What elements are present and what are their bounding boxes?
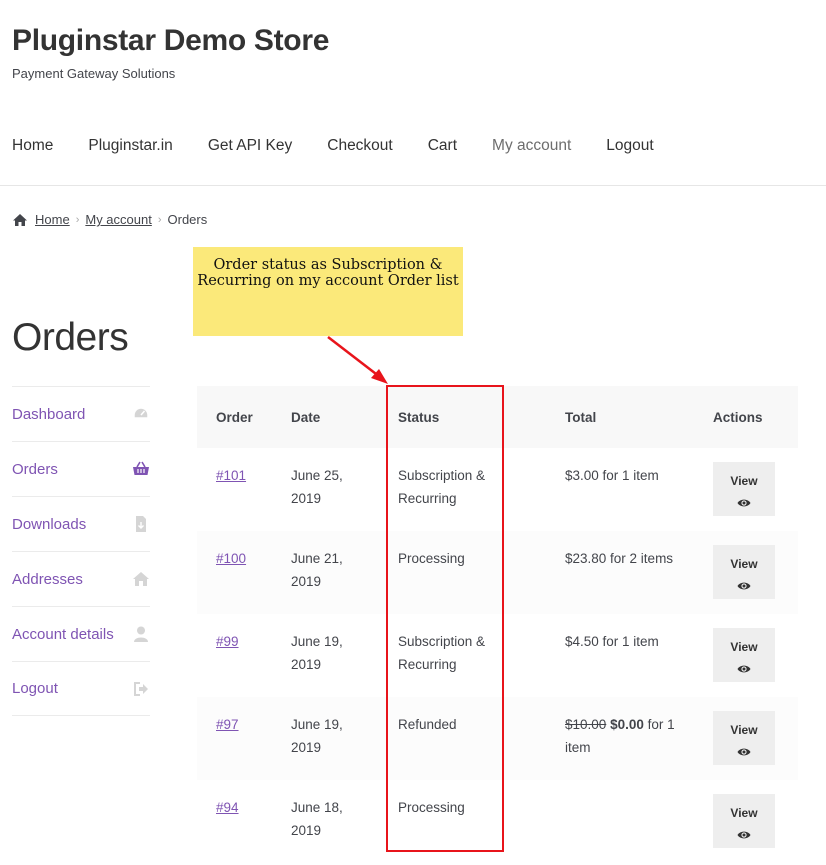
order-total: $23.80 for 2 items [565,551,674,566]
view-button-label: View [730,723,758,737]
primary-nav: Home Pluginstar.in Get API Key Checkout … [12,137,689,155]
nav-item-get-api-key[interactable]: Get API Key [208,137,292,155]
breadcrumb-separator-icon: › [157,213,162,226]
column-header-order: Order [197,386,291,448]
order-date: June 19, [291,717,343,732]
order-number-link[interactable]: #97 [216,717,239,732]
order-total-suffix: for 1 [647,717,675,732]
order-date: June 19, [291,634,343,649]
order-date-year: 2019 [291,657,322,672]
order-number-link[interactable]: #100 [216,551,246,566]
table-row: #100 June 21, 2019 Processing $23.80 for … [197,531,798,614]
account-nav-label: Logout [12,680,58,697]
view-order-button[interactable]: View [713,628,775,682]
order-date-year: 2019 [291,574,322,589]
table-row: #94 June 18, 2019 Processing View [197,780,798,863]
order-total: $3.00 for 1 item [565,468,659,483]
header-divider [0,185,826,186]
order-status: Subscription & [398,634,486,649]
annotation-callout: Order status as Subscription & Recurring… [193,247,463,336]
site-tagline: Payment Gateway Solutions [12,66,176,81]
order-date-year: 2019 [291,740,322,755]
eye-icon [737,582,751,590]
nav-item-my-account[interactable]: My account [492,137,571,155]
account-nav-label: Orders [12,460,58,478]
nav-item-cart[interactable]: Cart [428,137,457,155]
order-total: $4.50 for 1 item [565,634,659,649]
breadcrumb-my-account[interactable]: My account [85,212,151,227]
account-nav-label: Addresses [12,570,83,588]
order-total-refunded: $0.00 [610,717,644,732]
nav-item-home[interactable]: Home [12,137,53,155]
account-nav-logout[interactable]: Logout [12,661,150,716]
account-nav-account-details[interactable]: Account details [12,606,150,661]
column-header-actions: Actions [713,386,798,448]
view-order-button[interactable]: View [713,711,775,765]
view-button-label: View [730,640,758,654]
annotation-callout-text: Order status as Subscription & Recurring… [197,257,459,289]
table-header-row: Order Date Status Total Actions [197,386,798,448]
view-order-button[interactable]: View [713,545,775,599]
order-date: June 25, [291,468,343,483]
order-date-year: 2019 [291,491,322,506]
table-row: #97 June 19, 2019 Refunded $10.00 $0.00 f… [197,697,798,780]
file-download-icon [132,515,150,533]
column-header-total: Total [565,386,713,448]
order-number-link[interactable]: #99 [216,634,239,649]
view-order-button[interactable]: View [713,794,775,848]
order-date-year: 2019 [291,823,322,838]
account-nav-label: Dashboard [12,405,86,423]
account-nav-downloads[interactable]: Downloads [12,496,150,551]
column-header-status: Status [398,386,565,448]
order-status: Processing [398,800,465,815]
nav-item-checkout[interactable]: Checkout [327,137,392,155]
view-button-label: View [730,557,758,571]
page-title: Orders [12,316,129,359]
order-status: Refunded [398,717,457,732]
view-order-button[interactable]: View [713,462,775,516]
order-date: June 18, [291,800,343,815]
view-button-label: View [730,806,758,820]
account-nav-addresses[interactable]: Addresses [12,551,150,606]
order-date: June 21, [291,551,343,566]
site-title[interactable]: Pluginstar Demo Store [12,24,329,58]
order-status: Subscription & [398,468,486,483]
account-nav-label: Account details [12,625,114,643]
breadcrumb-current: Orders [167,212,208,227]
home-icon [13,213,27,226]
basket-icon [132,460,150,478]
orders-table: Order Date Status Total Actions #101 Jun… [197,386,798,863]
view-button-label: View [730,474,758,488]
order-status-line2: Recurring [398,657,457,672]
eye-icon [737,831,751,839]
eye-icon [737,499,751,507]
nav-item-logout[interactable]: Logout [606,137,653,155]
user-icon [132,625,150,643]
breadcrumb-separator-icon: › [75,213,80,226]
account-nav-orders[interactable]: Orders [12,441,150,496]
column-header-date: Date [291,386,398,448]
home-icon [132,570,150,588]
order-number-link[interactable]: #101 [216,468,246,483]
order-status-line2: Recurring [398,491,457,506]
account-nav-dashboard[interactable]: Dashboard [12,386,150,441]
account-nav-label: Downloads [12,515,87,533]
order-number-link[interactable]: #94 [216,800,239,815]
breadcrumb-home[interactable]: Home [35,212,70,227]
eye-icon [737,748,751,756]
eye-icon [737,665,751,673]
sign-out-icon [132,680,150,698]
table-row: #99 June 19, 2019 Subscription & Recurring… [197,614,798,697]
order-total-original: $10.00 [565,717,607,732]
order-total-line2: item [565,740,591,755]
nav-item-pluginstar[interactable]: Pluginstar.in [88,137,172,155]
account-navigation: Dashboard Orders Downloads Addresses Acc… [12,386,150,716]
breadcrumb: Home › My account › Orders [12,212,207,227]
order-status: Processing [398,551,465,566]
table-row: #101 June 25, 2019 Subscription & Recurrin… [197,448,798,531]
dashboard-icon [132,405,150,423]
